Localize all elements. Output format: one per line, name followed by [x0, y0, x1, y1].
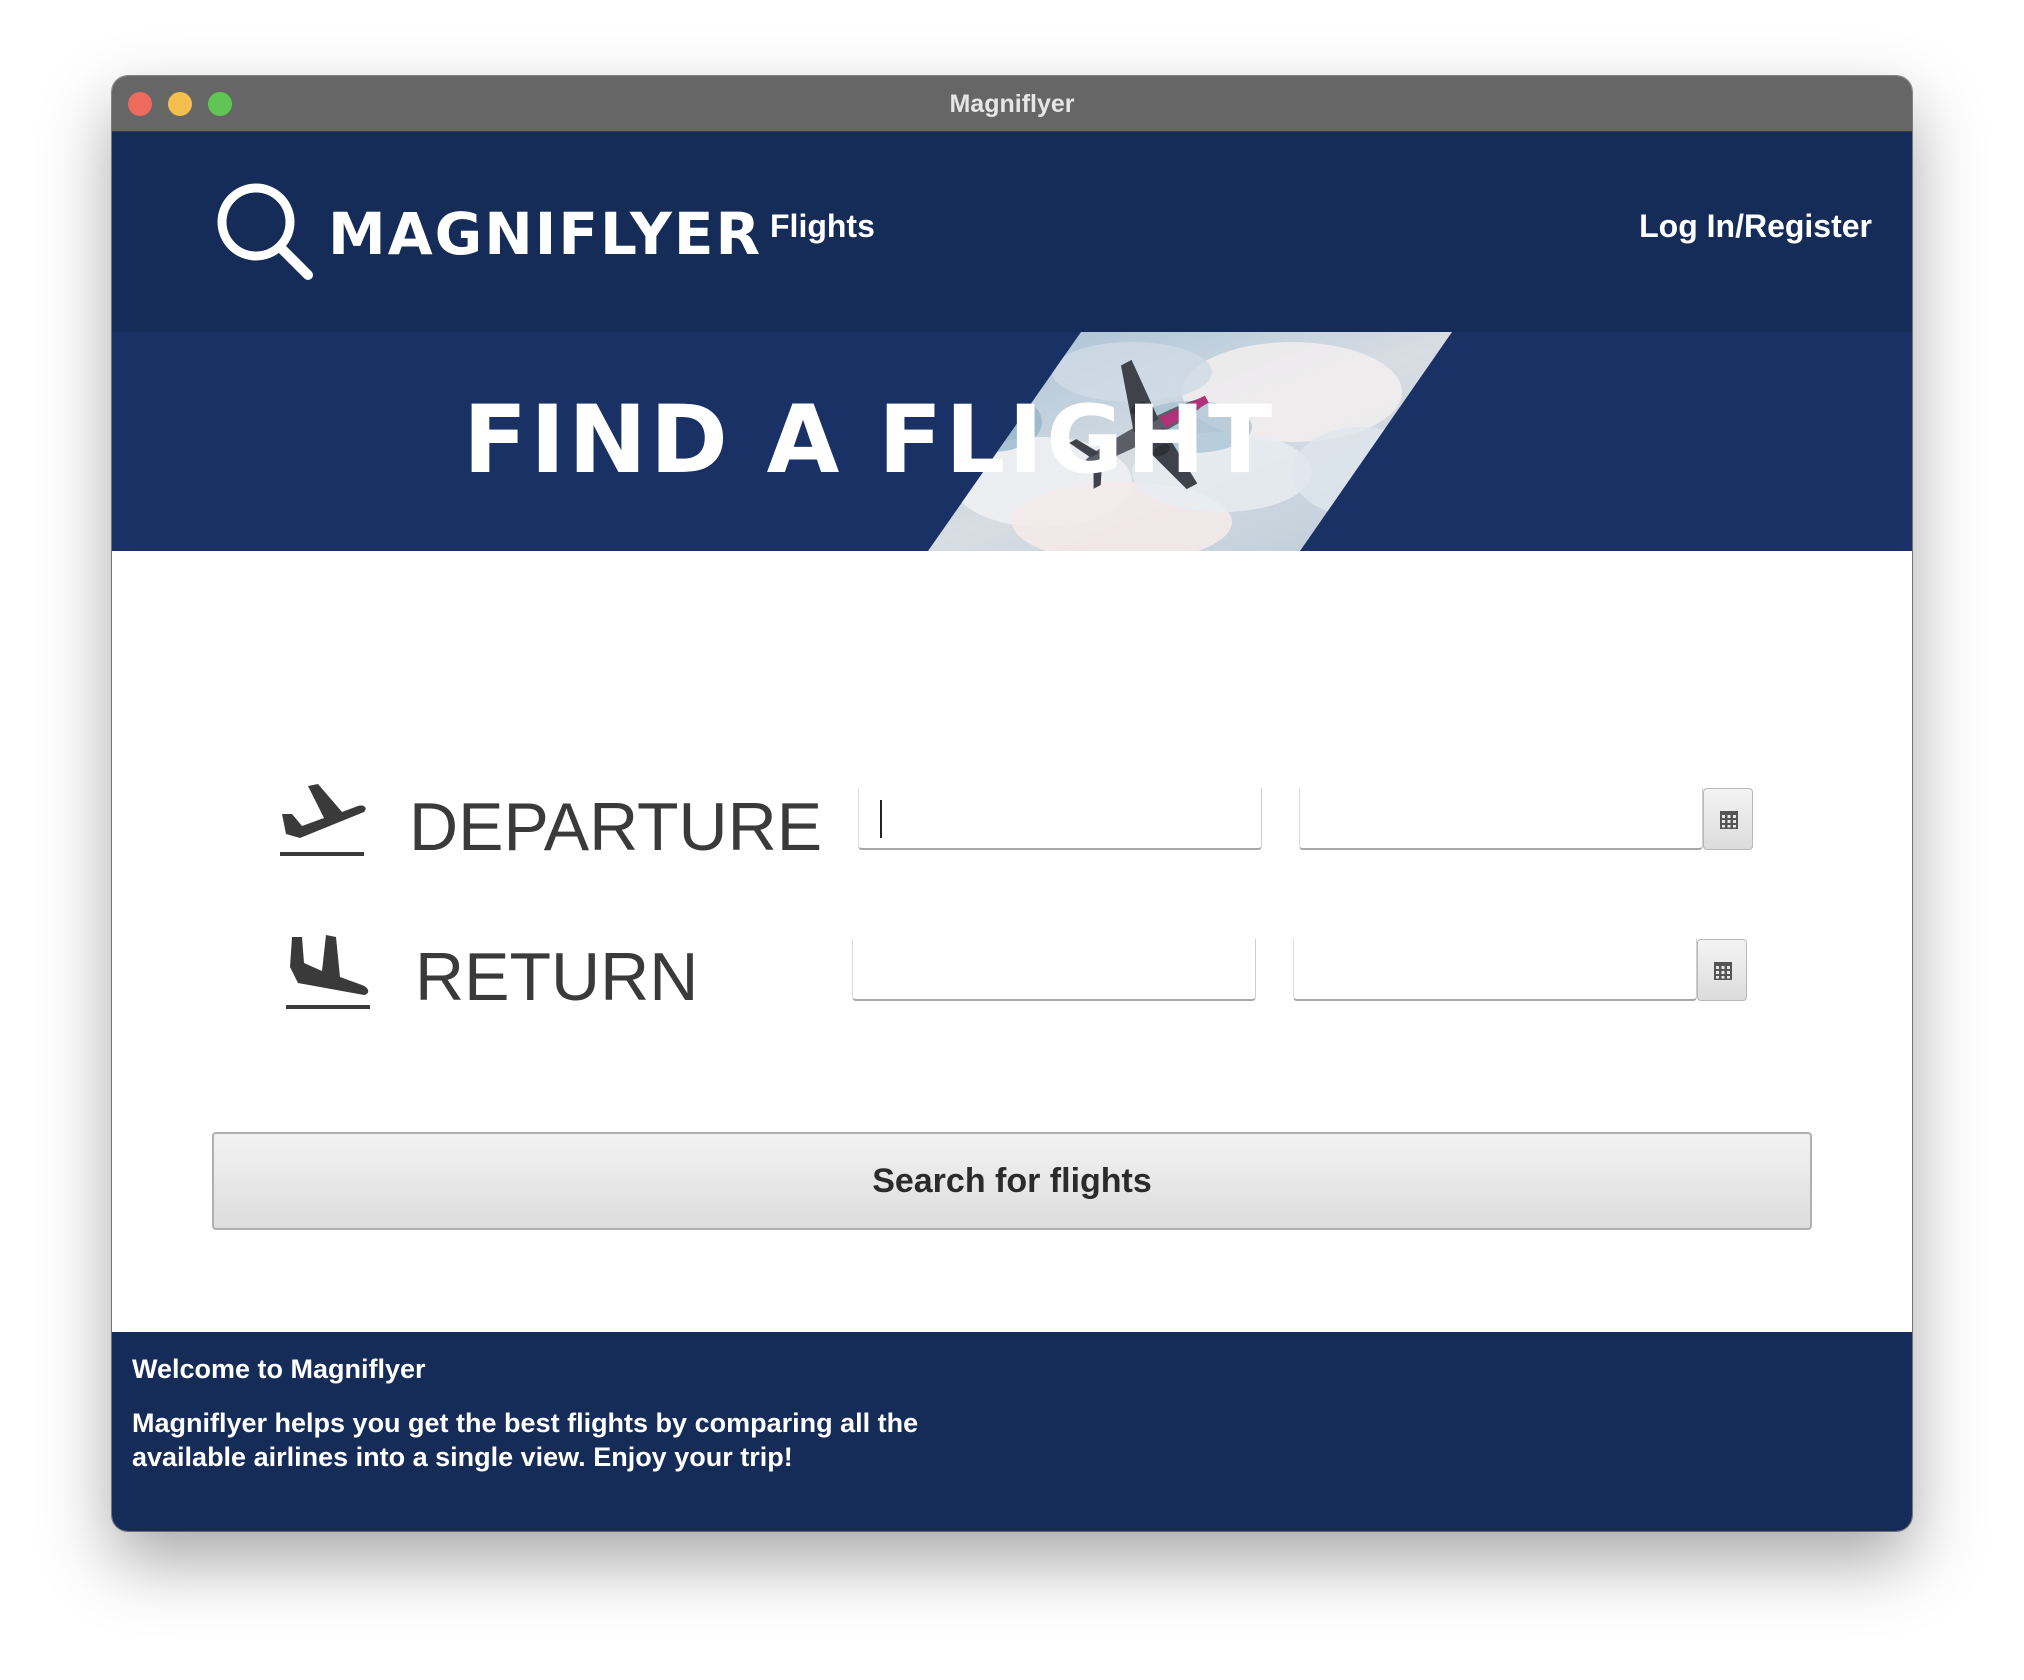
- magnifier-icon: [217, 183, 313, 280]
- text-cursor: [880, 800, 882, 838]
- calendar-icon: [1714, 962, 1732, 980]
- airplane-takeoff-icon: [280, 784, 366, 856]
- hero-title: FIND A FLIGHT: [463, 386, 1276, 495]
- departure-calendar-button[interactable]: [1703, 788, 1753, 850]
- return-location-input[interactable]: [852, 939, 1256, 1001]
- departure-location-wrapper: [858, 788, 1262, 850]
- return-calendar-button[interactable]: [1697, 939, 1747, 1001]
- calendar-icon: [1720, 811, 1738, 829]
- footer-description: Magniflyer helps you get the best flight…: [132, 1408, 919, 1472]
- logo-text: MAGNIFLYER: [328, 200, 763, 268]
- return-label: RETURN: [415, 939, 699, 1015]
- nav-flights-link[interactable]: Flights: [770, 208, 875, 245]
- footer: Welcome to Magniflyer Magniflyer helps y…: [112, 1332, 1912, 1531]
- top-navbar: MAGNIFLYER Flights Log In/Register: [112, 132, 1912, 332]
- departure-location-input[interactable]: [858, 788, 1262, 850]
- departure-row: DEPARTURE: [112, 776, 1912, 866]
- departure-date-input[interactable]: [1299, 788, 1703, 850]
- window-title: Magniflyer: [949, 90, 1075, 118]
- hero-banner: FIND A FLIGHT: [112, 332, 1912, 551]
- return-date-input[interactable]: [1293, 939, 1697, 1001]
- app-window: Magniflyer MAGNIFLYER Flights Log In/Reg…: [112, 76, 1912, 1531]
- return-row: RETURN: [112, 927, 1912, 1017]
- search-flights-button[interactable]: Search for flights: [212, 1132, 1812, 1230]
- nav-login-register-link[interactable]: Log In/Register: [1639, 208, 1872, 245]
- title-bar: Magniflyer: [112, 76, 1912, 132]
- departure-label: DEPARTURE: [409, 789, 823, 865]
- airplane-landing-icon: [286, 935, 370, 1009]
- footer-heading: Welcome to Magniflyer: [132, 1354, 426, 1384]
